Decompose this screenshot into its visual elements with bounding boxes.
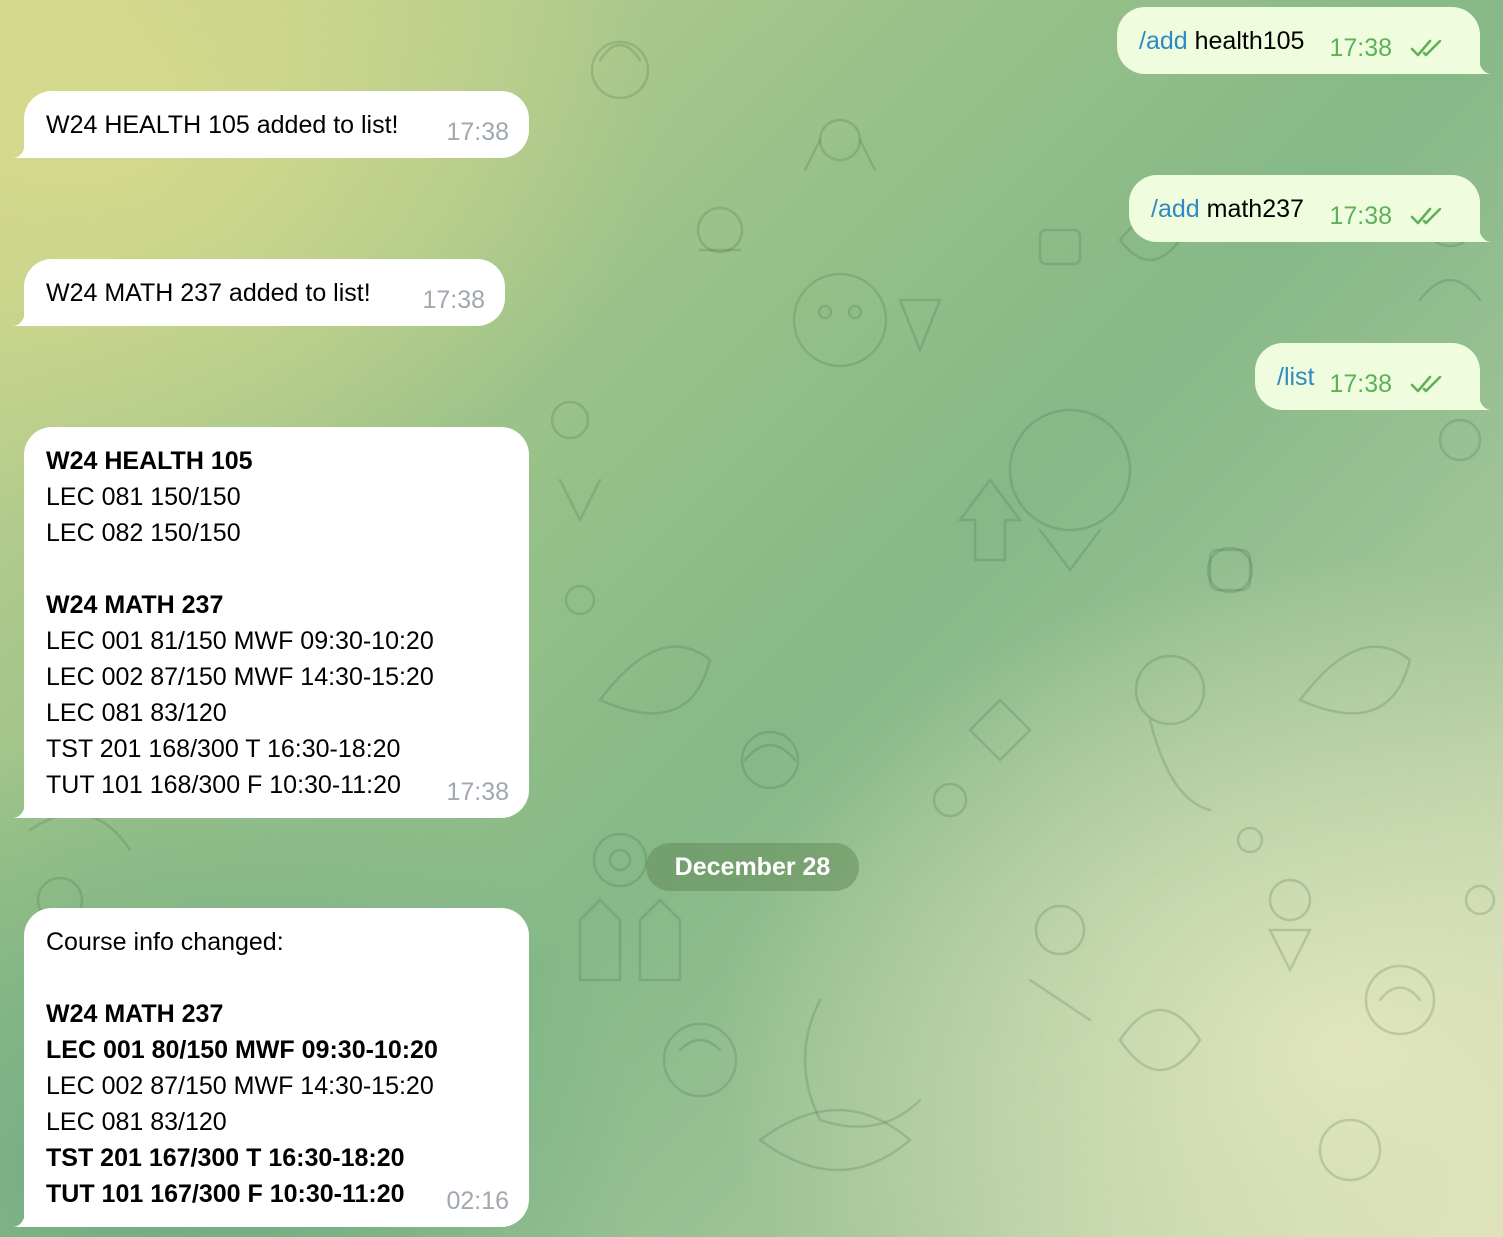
message-time: 17:38 bbox=[446, 118, 509, 146]
bubble-tail bbox=[12, 800, 26, 818]
course-title: W24 MATH 237 bbox=[46, 1000, 224, 1028]
message-text: /add health105 bbox=[1139, 27, 1304, 55]
bubble-tail bbox=[12, 140, 26, 158]
incoming-message[interactable]: W24 MATH 237 added to list! 17:38 bbox=[12, 259, 505, 326]
bot-command-link[interactable]: /add bbox=[1151, 195, 1200, 223]
message-text: /add math237 bbox=[1151, 195, 1304, 223]
message-text: W24 HEALTH 105 added to list! bbox=[46, 111, 399, 139]
command-argument: health105 bbox=[1187, 27, 1305, 55]
read-double-check-icon bbox=[1410, 207, 1442, 225]
message-time: 17:38 bbox=[446, 778, 509, 806]
section-line: LEC 081 150/150 bbox=[46, 483, 241, 511]
bot-command-link[interactable]: /list bbox=[1277, 363, 1315, 391]
change-header: Course info changed: bbox=[46, 928, 284, 956]
section-line-changed: LEC 001 80/150 MWF 09:30-10:20 bbox=[46, 1036, 438, 1064]
date-separator: December 28 bbox=[646, 843, 859, 891]
section-line: LEC 002 87/150 MWF 14:30-15:20 bbox=[46, 663, 434, 691]
section-line: LEC 081 83/120 bbox=[46, 699, 227, 727]
incoming-message[interactable]: W24 HEALTH 105 added to list! 17:38 bbox=[12, 91, 529, 158]
bubble-tail bbox=[1478, 392, 1492, 410]
course-title: W24 MATH 237 bbox=[46, 591, 224, 619]
section-line: LEC 081 83/120 bbox=[46, 1108, 227, 1136]
incoming-message-course-list[interactable]: W24 HEALTH 105 LEC 081 150/150 LEC 082 1… bbox=[12, 427, 529, 818]
bot-command-link[interactable]: /add bbox=[1139, 27, 1188, 55]
message-meta: 17:38 bbox=[1329, 366, 1444, 402]
bubble-tail bbox=[12, 308, 26, 326]
message-time: 02:16 bbox=[446, 1187, 509, 1215]
message-time: 17:38 bbox=[1329, 34, 1392, 62]
section-line: LEC 002 87/150 MWF 14:30-15:20 bbox=[46, 1072, 434, 1100]
outgoing-message[interactable]: /add math237 17:38 bbox=[1129, 175, 1492, 242]
bubble-tail bbox=[12, 1209, 26, 1227]
incoming-message-course-change[interactable]: Course info changed: W24 MATH 237 LEC 00… bbox=[12, 908, 529, 1227]
message-meta: 17:38 bbox=[1329, 198, 1444, 234]
section-line-changed: TUT 101 167/300 F 10:30-11:20 bbox=[46, 1180, 405, 1208]
section-line: LEC 001 81/150 MWF 09:30-10:20 bbox=[46, 627, 434, 655]
section-line-changed: TST 201 167/300 T 16:30-18:20 bbox=[46, 1144, 405, 1172]
message-text: /list bbox=[1277, 363, 1315, 391]
read-double-check-icon bbox=[1410, 375, 1442, 393]
message-time: 17:38 bbox=[1329, 370, 1392, 398]
course-title: W24 HEALTH 105 bbox=[46, 447, 253, 475]
message-time: 17:38 bbox=[422, 286, 485, 314]
read-double-check-icon bbox=[1410, 39, 1442, 57]
section-line: TST 201 168/300 T 16:30-18:20 bbox=[46, 735, 401, 763]
command-argument: math237 bbox=[1199, 195, 1304, 223]
bubble-tail bbox=[1478, 224, 1492, 242]
message-meta: 17:38 bbox=[1329, 30, 1444, 66]
message-time: 17:38 bbox=[1329, 202, 1392, 230]
section-line: TUT 101 168/300 F 10:30-11:20 bbox=[46, 771, 401, 799]
outgoing-message[interactable]: /add health105 17:38 bbox=[1117, 7, 1492, 74]
message-text: W24 MATH 237 added to list! bbox=[46, 279, 371, 307]
outgoing-message[interactable]: /list 17:38 bbox=[1255, 343, 1492, 410]
section-line: LEC 082 150/150 bbox=[46, 519, 241, 547]
bubble-tail bbox=[1478, 56, 1492, 74]
